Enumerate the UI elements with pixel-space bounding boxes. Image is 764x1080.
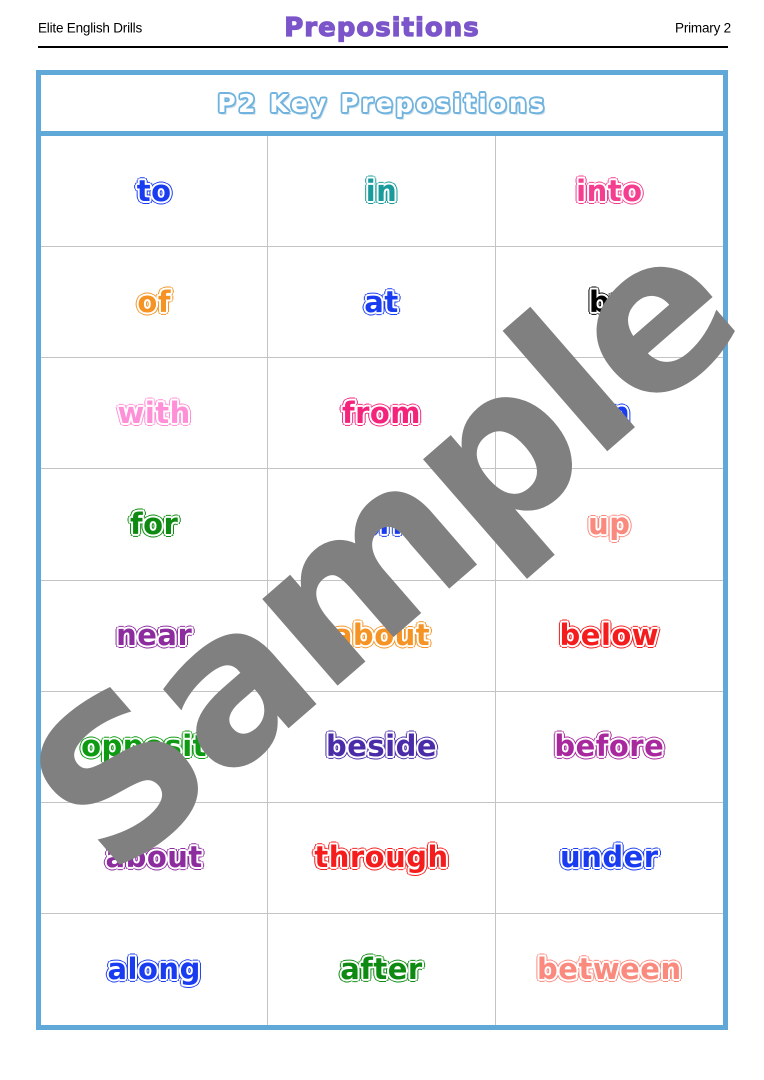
preposition-cell: after <box>268 913 496 1025</box>
preposition-word: with <box>117 395 191 430</box>
preposition-word: beside <box>325 729 438 764</box>
preposition-cell: under <box>495 803 723 914</box>
preposition-cell: through <box>268 802 496 914</box>
preposition-word: about <box>332 618 431 653</box>
preposition-cell: of <box>41 247 269 359</box>
preposition-cell: by <box>495 247 723 359</box>
preposition-cell: to <box>41 136 269 248</box>
preposition-cell: beside <box>268 691 496 803</box>
preposition-cell: along <box>41 913 269 1025</box>
preposition-cell: opposite <box>41 691 269 803</box>
preposition-cell: in <box>268 136 496 248</box>
page-header: Elite English Drills Prepositions Primar… <box>0 0 764 48</box>
preposition-word: at <box>364 284 399 319</box>
preposition-word: up <box>588 506 631 541</box>
preposition-word: after <box>340 951 423 986</box>
preposition-cell: near <box>41 580 269 692</box>
preposition-word: off <box>358 506 405 541</box>
preposition-word: into <box>576 173 643 208</box>
preposition-word: opposite <box>81 729 228 764</box>
preposition-word: below <box>559 618 660 653</box>
worksheet-frame: P2 Key Prepositions to in into of at by with fr… <box>36 70 728 1030</box>
preposition-word: along <box>107 951 201 986</box>
preposition-word: from <box>341 395 422 430</box>
preposition-word: between <box>537 951 682 986</box>
worksheet-title: P2 Key Prepositions <box>217 88 547 118</box>
preposition-word: about <box>105 840 203 875</box>
preposition-word: near <box>116 618 193 653</box>
preposition-cell: about <box>268 580 496 692</box>
grade-level-label: Primary 2 <box>675 20 731 36</box>
preposition-word: for <box>129 506 179 541</box>
preposition-cell: before <box>495 692 723 803</box>
preposition-cell: for <box>41 469 269 581</box>
preposition-word: before <box>554 729 665 764</box>
worksheet-topic-title: Prepositions <box>284 12 480 43</box>
preposition-cell: off <box>268 469 496 581</box>
preposition-cell: on <box>495 358 723 470</box>
preposition-word: through <box>314 840 449 875</box>
preposition-cell: into <box>495 136 723 248</box>
preposition-word: in <box>365 173 398 208</box>
preposition-word: on <box>588 395 631 430</box>
preposition-cell: from <box>268 358 496 470</box>
preposition-cell: about <box>41 802 269 914</box>
preposition-word: by <box>588 284 630 319</box>
header-divider-rule <box>38 46 728 48</box>
preposition-cell: with <box>41 358 269 470</box>
preposition-word-grid: to in into of at by with from on for off up near abou… <box>41 136 723 1025</box>
preposition-word: under <box>560 840 659 875</box>
preposition-cell: at <box>268 247 496 359</box>
preposition-word: to <box>136 173 172 208</box>
worksheet-title-band: P2 Key Prepositions <box>41 75 723 136</box>
preposition-cell: between <box>496 914 723 1025</box>
preposition-word: of <box>137 284 171 319</box>
preposition-cell: up <box>495 469 723 581</box>
preposition-cell: below <box>495 581 723 692</box>
